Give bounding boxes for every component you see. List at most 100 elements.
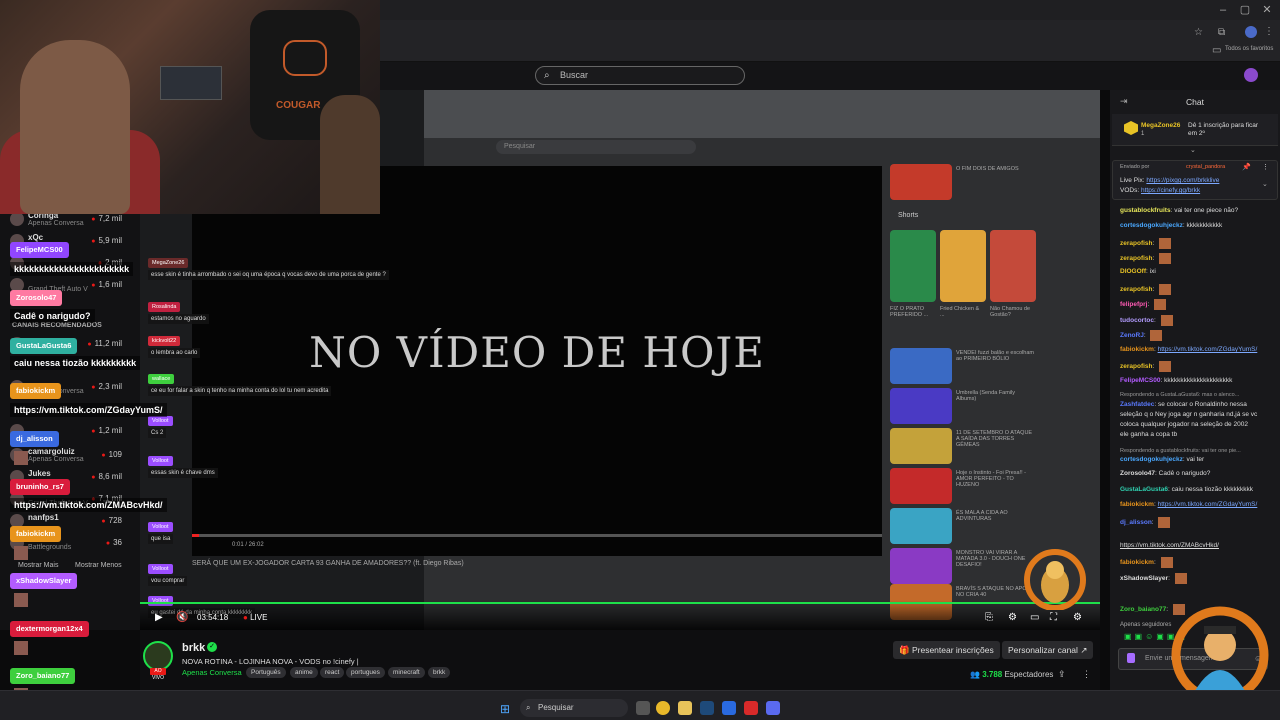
more-options-icon[interactable]: ⋮ — [1082, 669, 1091, 680]
chat-message-text[interactable]: https://vm.tiktok.com/ZGdayYumS/ — [1158, 346, 1258, 353]
chat-username[interactable]: zerapofish — [1120, 240, 1153, 247]
chat-message-text: caiu nessa tiozão kkkkkkkkk — [1171, 486, 1253, 493]
stream-category[interactable]: Apenas Conversa — [182, 668, 242, 677]
pinned-expand-icon[interactable]: ⌄ — [1262, 180, 1268, 188]
chat-message-text[interactable]: https://vm.tiktok.com/ZMABcvHkd/ — [1120, 542, 1219, 549]
gift-subs-button[interactable]: 🎁 Presentear inscrições — [893, 641, 1000, 659]
pin-icon[interactable]: 📌 — [1242, 163, 1251, 171]
chat-username[interactable]: zerapofish — [1120, 286, 1153, 293]
share-icon[interactable]: ⇪ — [1058, 669, 1066, 680]
chat-message-text: seleção q o Ney joga agr n ganharia nd,j… — [1120, 411, 1258, 418]
chat-username[interactable]: fabiokickm — [1120, 501, 1154, 508]
channel-category: Battlegrounds — [28, 544, 72, 551]
all-bookmarks-link[interactable]: Todos os favoritos — [1225, 46, 1273, 52]
clip-icon[interactable]: ⎘ — [985, 612, 993, 623]
chat-username[interactable]: fabiokickm — [1120, 346, 1154, 353]
channel-viewers: 5,9 mil — [91, 236, 122, 245]
chat-emote — [1158, 517, 1171, 528]
bits-icon[interactable] — [1127, 653, 1135, 663]
close-window-button[interactable]: ✕ — [1254, 2, 1280, 18]
play-icon[interactable]: ▶ — [155, 612, 167, 624]
chair-logo-icon — [283, 40, 327, 76]
chat-username[interactable]: Zorosolo47 — [1120, 470, 1155, 477]
chat-message: https://vm.tiktok.com/ZMABcvHkd/ — [1120, 542, 1219, 549]
bookmarks-folder-icon: ▭ — [1212, 45, 1222, 56]
stream-tag[interactable]: minecraft — [388, 667, 425, 678]
customize-channel-button[interactable]: Personalizar canal ↗ — [1002, 641, 1094, 659]
chat-username[interactable]: FelipeMCS00 — [1120, 377, 1160, 384]
chat-username[interactable]: xShadowSlayer — [1120, 575, 1168, 582]
chat-username[interactable]: tudocortoc — [1120, 317, 1154, 324]
chat-username[interactable]: zerapofish — [1120, 255, 1153, 262]
stream-progress-bar[interactable] — [140, 602, 1100, 604]
file-explorer-icon[interactable] — [678, 701, 692, 715]
search-input[interactable]: ⌕ Buscar — [535, 66, 745, 85]
stream-tag[interactable]: react — [320, 667, 345, 678]
pinned-vods-link[interactable]: https://cinefy.gg/brkk — [1141, 187, 1200, 194]
chat-message: tudocortoc: — [1120, 315, 1173, 326]
overlay-chat-username: dj_alisson — [10, 431, 59, 447]
user-avatar[interactable] — [1244, 68, 1258, 82]
obs-icon[interactable] — [744, 701, 758, 715]
channel-viewers: 7,2 mil — [91, 214, 122, 223]
chat-username[interactable]: felipefprj — [1120, 301, 1147, 308]
chat-username[interactable]: cortesdogokuhjeckz — [1120, 222, 1183, 229]
chat-username[interactable]: DIOGOff — [1120, 268, 1146, 275]
overlay-chat-emote — [14, 451, 28, 465]
channel-category: Apenas Conversa — [28, 456, 84, 463]
steam-icon[interactable] — [700, 701, 714, 715]
sidebar-channel[interactable]: camargoluizApenas Conversa 109 — [10, 446, 130, 466]
task-view-icon[interactable] — [636, 701, 650, 715]
chat-username[interactable]: GustaLaGusta6 — [1120, 486, 1168, 493]
chat-username[interactable]: dj_alisson — [1120, 519, 1152, 526]
chat-username[interactable]: cortesdogokuhjeckz — [1120, 456, 1183, 463]
channel-name[interactable]: brkk — [182, 642, 205, 654]
show-more-link[interactable]: Mostrar Mais — [18, 562, 58, 569]
hype-leader-name: MegaZone26 — [1141, 122, 1181, 129]
volume-icon[interactable]: 🔇 — [176, 612, 188, 623]
chat-username[interactable]: fabiokickm — [1120, 559, 1154, 566]
chat-message-text[interactable]: https://vm.tiktok.com/ZGdayYumS/ — [1158, 501, 1258, 508]
channel-avatar[interactable] — [143, 641, 173, 671]
store-icon[interactable] — [722, 701, 736, 715]
chrome-icon[interactable] — [656, 701, 670, 715]
settings-icon[interactable]: ⚙ — [1008, 612, 1017, 623]
fullscreen-icon[interactable]: ⛶ — [1050, 612, 1057, 623]
overlay-chat-username: dextermorgan12x4 — [10, 621, 89, 637]
video-thumbnail-title: VENDEI fuzzi balão e escolham ao PRIMEIR… — [956, 350, 1034, 362]
pinned-by-user: crystal_pandora — [1186, 164, 1226, 170]
player-settings-icon[interactable]: ⚙ — [1073, 612, 1082, 623]
profile-avatar[interactable] — [1245, 26, 1257, 38]
discord-icon[interactable] — [766, 701, 780, 715]
theatre-mode-icon[interactable]: ▭ — [1030, 612, 1039, 623]
stream-uptime: 03:54:18 — [197, 613, 229, 622]
pinned-pix-link[interactable]: https://pixgg.com/brkklive — [1146, 177, 1219, 184]
search-icon: ⌕ — [544, 70, 550, 81]
menu-icon[interactable]: ⋮ — [1264, 26, 1274, 37]
chat-username[interactable]: Zashfatdec — [1120, 401, 1154, 408]
overlay-chat-username: bruninho_rs7 — [10, 479, 70, 495]
taskbar-search-icon: ⌕ — [526, 703, 531, 712]
chat-username[interactable]: zerapofish — [1120, 363, 1153, 370]
star-icon[interactable]: ☆ — [1194, 27, 1203, 38]
chat-emote — [1160, 557, 1173, 568]
stream-tag[interactable]: Português — [246, 667, 286, 678]
stream-tag[interactable]: brkk — [428, 667, 451, 678]
pinned-more-icon[interactable]: ⋮ — [1262, 163, 1269, 171]
windows-start-icon[interactable]: ⊞ — [500, 702, 510, 716]
channel-viewers: 1,6 mil — [91, 280, 122, 289]
chat-username[interactable]: gustablockfruits — [1120, 207, 1171, 214]
stream-tag[interactable]: portugues — [346, 667, 385, 678]
stream-tag[interactable]: anime — [290, 667, 318, 678]
search-placeholder: Buscar — [560, 70, 589, 80]
chat-username[interactable]: ZenoRJ — [1120, 332, 1144, 339]
expand-chevron-icon[interactable]: ⌄ — [1190, 146, 1196, 154]
overlay-chat-username: Zoro_baiano77 — [10, 668, 76, 684]
taskbar-search[interactable]: ⌕ Pesquisar — [520, 699, 628, 717]
captured-chat-message: que isa — [148, 534, 174, 544]
video-thumbnail-title: Hoje o Instinto - Foi Presa!! - AMOR PER… — [956, 470, 1026, 488]
show-less-link[interactable]: Mostrar Menos — [75, 562, 122, 569]
chat-emote — [1174, 573, 1187, 584]
chat-message: GustaLaGusta6: caiu nessa tiozão kkkkkkk… — [1120, 486, 1253, 493]
extensions-icon[interactable]: ⧉ — [1218, 27, 1225, 38]
